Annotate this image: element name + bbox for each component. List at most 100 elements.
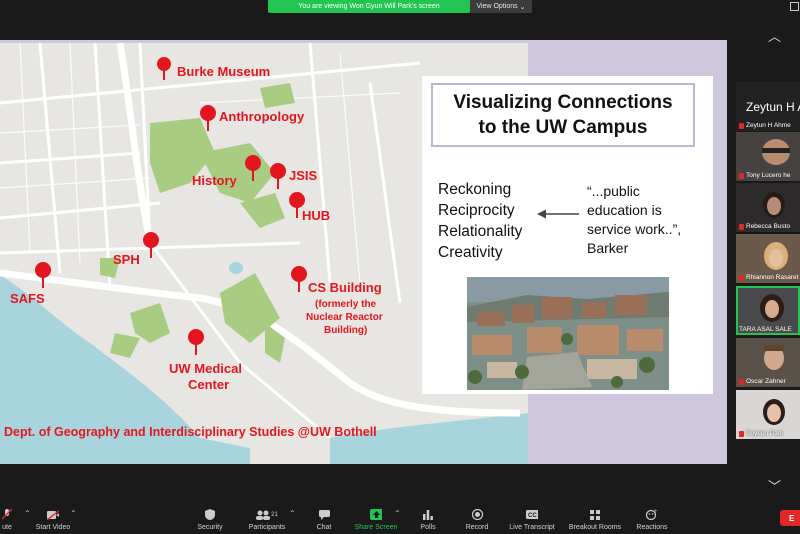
- mic-muted-icon: [739, 274, 744, 281]
- participant-tile[interactable]: Rebecca Busto: [736, 183, 800, 232]
- mute-button[interactable]: ute: [0, 503, 18, 534]
- participant-name: Tony Lucero he: [746, 172, 791, 179]
- slide-title-box: Visualizing Connections to the UW Campus: [431, 83, 695, 147]
- barker-quote: “...public education is service work..”,…: [587, 182, 681, 258]
- slide-panel: Visualizing Connections to the UW Campus…: [422, 76, 713, 394]
- mic-muted-icon: [739, 122, 744, 129]
- end-label: E: [789, 513, 795, 523]
- record-icon: [471, 509, 483, 520]
- video-off-icon: [47, 509, 59, 520]
- share-screen-button[interactable]: Share Screen: [352, 503, 400, 534]
- concept-item: Relationality: [438, 223, 523, 240]
- view-options-label: View Options: [476, 3, 518, 10]
- live-transcript-label: Live Transcript: [509, 524, 555, 531]
- label-center: Center: [188, 377, 229, 392]
- label-burke-museum: Burke Museum: [177, 64, 270, 79]
- participant-tile[interactable]: Zeytun H A Zeytun H Ahme: [736, 82, 800, 131]
- participant-name: Rebecca Busto: [746, 223, 791, 230]
- polls-button[interactable]: Polls: [416, 503, 440, 534]
- participant-name-large: Zeytun H A: [746, 100, 800, 114]
- participant-name: Soyeon Park: [746, 430, 784, 437]
- concept-list: Reckoning Reciprocity Relationality Crea…: [438, 179, 522, 263]
- arrow-left-icon: [537, 209, 579, 219]
- closed-caption-icon: CC: [526, 509, 538, 520]
- label-hub: HUB: [302, 208, 330, 223]
- concept-item: Reckoning: [438, 181, 512, 198]
- participants-count: 21: [271, 511, 278, 518]
- slide-title-line2: to the UW Campus: [478, 117, 648, 138]
- security-button[interactable]: Security: [194, 503, 226, 534]
- record-button[interactable]: Record: [462, 503, 492, 534]
- start-video-button[interactable]: Start Video: [33, 503, 73, 534]
- gallery-down-icon[interactable]: ﹀: [768, 476, 781, 495]
- share-screen-icon: [370, 509, 382, 520]
- banner-text: You are viewing Won Gyun Will Park's scr…: [298, 3, 440, 10]
- share-options-caret-icon[interactable]: ⌃: [394, 509, 401, 518]
- label-anthropology: Anthropology: [219, 109, 305, 124]
- live-transcript-button[interactable]: CC Live Transcript: [504, 503, 560, 534]
- mute-label: ute: [2, 524, 12, 531]
- polls-label: Polls: [420, 524, 436, 531]
- chat-button[interactable]: Chat: [312, 503, 336, 534]
- participant-gallery: Zeytun H A Zeytun H Ahme Tony Lucero he …: [736, 80, 800, 440]
- participant-tile[interactable]: TARA ASAL SALE: [736, 286, 800, 335]
- mic-muted-icon: [739, 223, 744, 230]
- label-uw-medical: UW Medical: [169, 361, 242, 376]
- concept-item: Creativity: [438, 244, 503, 261]
- quote-line: service work..”,: [587, 221, 682, 237]
- breakout-rooms-button[interactable]: Breakout Rooms: [566, 503, 624, 534]
- participant-name: Rhiannon Rasaret: [746, 274, 799, 281]
- share-screen-label: Share Screen: [354, 524, 398, 531]
- meeting-toolbar: ute ⌃ Start Video ⌃ Security 21 Particip…: [0, 503, 800, 534]
- participant-name: TARA ASAL SALE: [739, 326, 792, 333]
- microphone-muted-icon: [1, 509, 13, 520]
- reactions-label: Reactions: [636, 524, 668, 531]
- participant-name: Oscar Zahner: [746, 378, 786, 385]
- label-safs: SAFS: [10, 291, 45, 306]
- screen-share-banner: You are viewing Won Gyun Will Park's scr…: [268, 0, 470, 13]
- campus-aerial-photo: [467, 277, 669, 390]
- participant-tile[interactable]: Oscar Zahner: [736, 338, 800, 387]
- gallery-up-icon[interactable]: ︿: [768, 26, 781, 45]
- reactions-button[interactable]: + Reactions: [634, 503, 670, 534]
- svg-text:CC: CC: [528, 513, 537, 519]
- breakout-rooms-label: Breakout Rooms: [568, 524, 622, 531]
- mic-muted-icon: [739, 172, 744, 179]
- chat-label: Chat: [316, 524, 332, 531]
- participant-tile[interactable]: Rhiannon Rasaret: [736, 234, 800, 283]
- video-options-caret-icon[interactable]: ⌃: [70, 509, 77, 518]
- map-credit: Dept. of Geography and Interdisciplinary…: [4, 425, 377, 439]
- bar-chart-icon: [422, 509, 434, 520]
- chevron-down-icon: ⌄: [519, 3, 526, 11]
- mic-muted-icon: [739, 378, 744, 385]
- label-cs-nuclear: Nuclear Reactor: [306, 312, 383, 323]
- label-cs-building: CS Building: [308, 280, 382, 295]
- zoom-meeting-window: You are viewing Won Gyun Will Park's scr…: [0, 0, 800, 534]
- participant-tile[interactable]: Soyeon Park: [736, 390, 800, 439]
- window-icon[interactable]: [790, 2, 799, 11]
- participants-button[interactable]: 21 Participants: [246, 503, 288, 534]
- label-cs-formerly: (formerly the: [315, 299, 377, 310]
- smiley-plus-icon: +: [646, 509, 658, 520]
- participant-tile[interactable]: Tony Lucero he: [736, 132, 800, 181]
- slide-title-line1: Visualizing Connections: [453, 92, 673, 113]
- participants-caret-icon[interactable]: ⌃: [289, 509, 296, 518]
- shield-icon: [204, 509, 216, 520]
- start-video-label: Start Video: [35, 524, 71, 531]
- mute-options-caret-icon[interactable]: ⌃: [24, 509, 31, 518]
- quote-line: “...public: [587, 183, 640, 199]
- quote-line: Barker: [587, 240, 629, 256]
- people-icon: [256, 510, 271, 520]
- end-meeting-button[interactable]: E: [780, 510, 800, 526]
- participants-label: Participants: [248, 524, 286, 531]
- mic-muted-icon: [739, 430, 744, 437]
- concept-item: Reciprocity: [438, 202, 515, 219]
- svg-text:+: +: [654, 509, 658, 515]
- participant-name: Zeytun H Ahme: [746, 122, 791, 129]
- grid-icon: [589, 509, 601, 520]
- label-jsis: JSIS: [289, 168, 318, 183]
- label-cs-building-paren: Building): [324, 325, 367, 336]
- quote-line: education is: [587, 202, 662, 218]
- shared-screen: Burke Museum Anthropology History JSIS H…: [0, 40, 727, 464]
- view-options-button[interactable]: View Options ⌄: [470, 0, 532, 13]
